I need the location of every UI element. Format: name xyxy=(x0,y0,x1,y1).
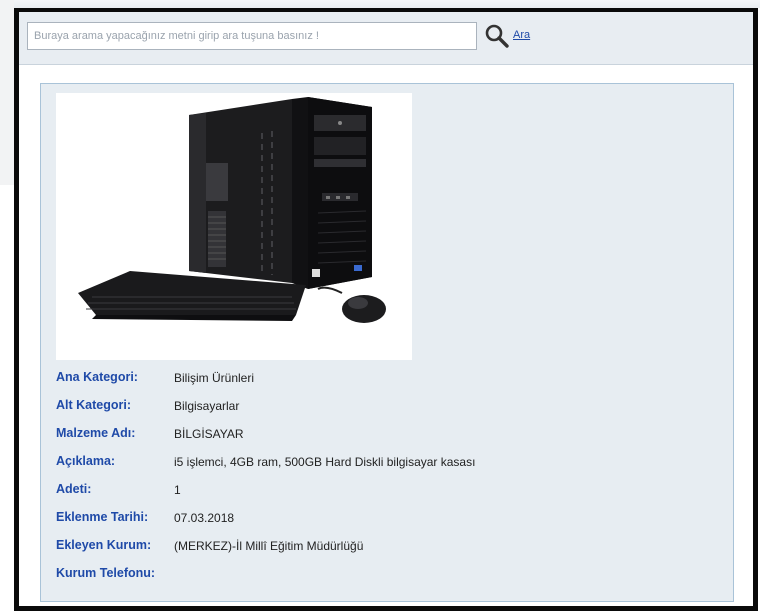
detail-value: i5 işlemci, 4GB ram, 500GB Hard Diskli b… xyxy=(174,455,476,469)
detail-label: Kurum Telefonu: xyxy=(56,566,156,580)
detail-value: Bilişim Ürünleri xyxy=(174,371,255,385)
search-input[interactable] xyxy=(27,22,477,50)
product-card: Ana Kategori: Bilişim Ürünleri Alt Kateg… xyxy=(40,83,734,602)
background-panel xyxy=(0,0,14,185)
detail-value: BİLGİSAYAR xyxy=(174,427,244,441)
detail-label: Alt Kategori: xyxy=(56,398,131,412)
top-strip xyxy=(0,0,760,8)
search-icon[interactable] xyxy=(484,23,510,49)
detail-label: Ana Kategori: xyxy=(56,370,138,384)
detail-label: Eklenme Tarihi: xyxy=(56,510,149,524)
search-button[interactable]: Ara xyxy=(513,29,530,41)
content-frame: Ara xyxy=(14,8,758,611)
product-image xyxy=(56,93,412,360)
detail-value: (MERKEZ)-İl Millî Eğitim Müdürlüğü xyxy=(174,539,364,553)
detail-label: Malzeme Adı: xyxy=(56,426,136,440)
detail-label: Açıklama: xyxy=(56,454,116,468)
search-bar: Ara xyxy=(19,12,753,65)
detail-label: Ekleyen Kurum: xyxy=(56,538,152,552)
detail-value: 07.03.2018 xyxy=(174,511,235,525)
detail-label: Adeti: xyxy=(56,482,92,496)
detail-value: Bilgisayarlar xyxy=(174,399,240,413)
detail-value: 1 xyxy=(174,483,181,497)
